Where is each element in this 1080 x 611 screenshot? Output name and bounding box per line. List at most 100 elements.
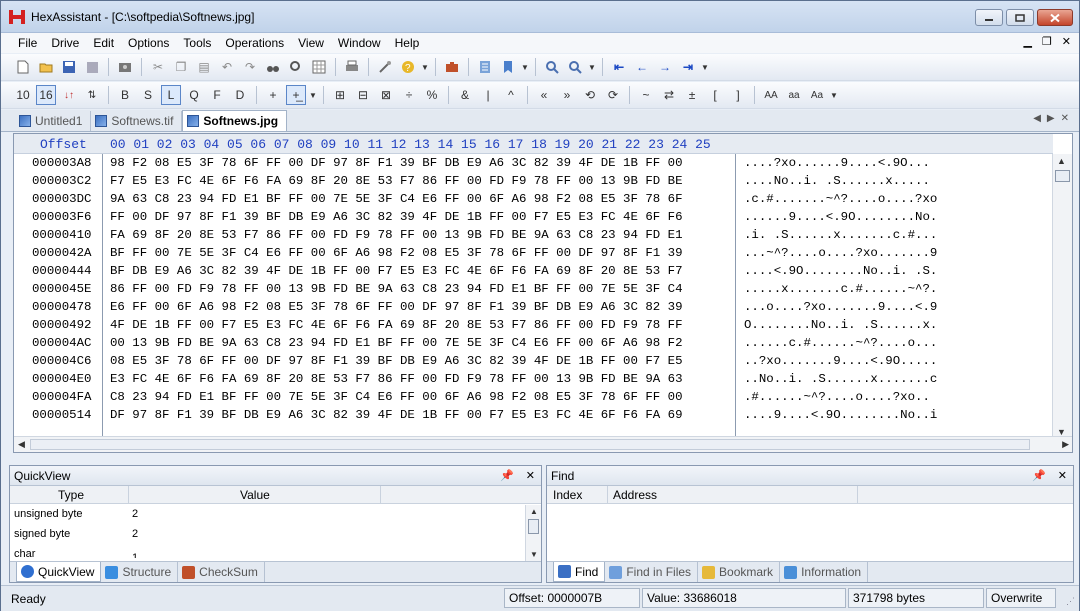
hex-row[interactable]: 000004FA C8 23 94 FD E1 BF FF 00 7E 5E 3F… <box>14 388 1053 406</box>
scroll-down-icon[interactable]: ▼ <box>530 550 538 559</box>
subtract-button[interactable]: ⊟ <box>353 85 373 105</box>
offset-cell[interactable]: 000004FA <box>32 390 92 404</box>
hex-bytes-cell[interactable]: E6 FF 00 6F A6 98 F2 08 E5 3F 78 6F FF 0… <box>110 300 683 314</box>
menu-drive[interactable]: Drive <box>44 36 86 50</box>
menu-operations[interactable]: Operations <box>218 36 291 50</box>
hscroll-thumb[interactable] <box>30 439 1030 450</box>
scroll-up-icon[interactable]: ▲ <box>1057 156 1066 166</box>
column-button[interactable]: ⇅ <box>82 85 102 105</box>
hex-row[interactable]: 000003DC 9A 63 C8 23 94 FD E1 BF FF 00 7E… <box>14 190 1053 208</box>
sort-button[interactable]: ↓↑ <box>59 85 79 105</box>
tab-softnews-tif[interactable]: Softnews.tif <box>91 111 183 131</box>
and-button[interactable]: & <box>455 85 475 105</box>
go-back-button[interactable]: ← <box>632 57 652 77</box>
mdi-restore-icon[interactable]: ❐ <box>1042 35 1052 48</box>
go-first-button[interactable]: ⇤ <box>609 57 629 77</box>
mdi-close-icon[interactable]: ✕ <box>1062 35 1071 48</box>
notes-button[interactable] <box>475 57 495 77</box>
hex-bytes-cell[interactable]: FF 00 DF 97 8F F1 39 BF DB E9 A6 3C 82 3… <box>110 210 683 224</box>
resize-grip-icon[interactable]: ⋰ <box>1066 596 1075 607</box>
find-next-button[interactable] <box>565 57 585 77</box>
offset-cell[interactable]: 000003C2 <box>32 174 92 188</box>
negate-button[interactable]: ± <box>682 85 702 105</box>
hex-row[interactable]: 00000492 4F DE 1B FF 00 F7 E5 E3 FC 4E 6F… <box>14 316 1053 334</box>
bookmark-dropdown[interactable]: ▼ <box>521 57 529 77</box>
ascii-cell[interactable]: ..No..i. .S......x.......c <box>744 372 937 386</box>
hex-bytes-cell[interactable]: FA 69 8F 20 8E 53 F7 86 FF 00 FD F9 78 F… <box>110 228 683 242</box>
quickview-row[interactable]: signed byte 2 <box>10 524 541 544</box>
vertical-scrollbar[interactable]: ▲ ▼ <box>1052 154 1072 439</box>
swap-button[interactable]: ⇄ <box>659 85 679 105</box>
hex-bytes-cell[interactable]: DF 97 8F F1 39 BF DB E9 A6 3C 82 39 4F D… <box>110 408 683 422</box>
bookmark-button[interactable] <box>498 57 518 77</box>
ascii-cell[interactable]: ..?xo.......9....<.9O..... <box>744 354 937 368</box>
close-icon[interactable]: ✕ <box>526 466 535 486</box>
rotate-left-button[interactable]: ⟲ <box>580 85 600 105</box>
ascii-cell[interactable]: .i. .S......x.......c.#... <box>744 228 937 242</box>
tab-find[interactable]: Find <box>553 562 606 582</box>
copy-button[interactable]: ❐ <box>171 57 191 77</box>
menu-options[interactable]: Options <box>121 36 176 50</box>
quickview-row[interactable]: unsigned byte 2 <box>10 504 541 524</box>
menu-view[interactable]: View <box>291 36 331 50</box>
offset-cell[interactable]: 00000478 <box>32 300 92 314</box>
base-10-button[interactable]: 10 <box>13 85 33 105</box>
invert-case-button[interactable]: Aa <box>807 85 827 105</box>
tab-information[interactable]: Information <box>780 562 869 582</box>
offset-cell[interactable]: 000003A8 <box>32 156 92 170</box>
double-view-button[interactable]: D <box>230 85 250 105</box>
hex-bytes-cell[interactable]: 9A 63 C8 23 94 FD E1 BF FF 00 7E 5E 3F C… <box>110 192 683 206</box>
quickview-scrollbar[interactable]: ▲ ▼ <box>525 505 541 561</box>
menu-tools[interactable]: Tools <box>176 36 218 50</box>
plus-minus-button[interactable]: +̲ <box>286 85 306 105</box>
scroll-right-icon[interactable]: ▶ <box>1062 439 1069 450</box>
hex-row[interactable]: 00000444 BF DB E9 A6 3C 82 39 4F DE 1B FF… <box>14 262 1053 280</box>
scroll-up-icon[interactable]: ▲ <box>530 507 538 516</box>
tab-close-icon[interactable]: ✕ <box>1061 113 1069 124</box>
tab-softnews-jpg[interactable]: Softnews.jpg <box>182 110 288 131</box>
open-file-button[interactable] <box>36 57 56 77</box>
modulo-button[interactable]: % <box>422 85 442 105</box>
divide-button[interactable]: ÷ <box>399 85 419 105</box>
toolbox-button[interactable] <box>442 57 462 77</box>
ascii-cell[interactable]: .c.#.......~^?....o....?xo <box>744 192 937 206</box>
column-index[interactable]: Index <box>553 488 582 502</box>
close-icon[interactable]: ✕ <box>1058 466 1067 486</box>
undo-button[interactable]: ↶ <box>217 57 237 77</box>
save-button[interactable] <box>59 57 79 77</box>
ascii-cell[interactable]: ....9....<.9O........No..i <box>744 408 937 422</box>
help-dropdown[interactable]: ▼ <box>421 57 429 77</box>
lowercase-button[interactable]: aa <box>784 85 804 105</box>
multiply-button[interactable]: ⊠ <box>376 85 396 105</box>
find-previous-button[interactable] <box>542 57 562 77</box>
go-last-button[interactable]: ⇥ <box>678 57 698 77</box>
plus-button[interactable]: + <box>263 85 283 105</box>
grid-button[interactable] <box>309 57 329 77</box>
hex-bytes-cell[interactable]: C8 23 94 FD E1 BF FF 00 7E 5E 3F C4 E6 F… <box>110 390 683 404</box>
hex-bytes-cell[interactable]: 4F DE 1B FF 00 F7 E5 E3 FC 4E 6F F6 FA 6… <box>110 318 683 332</box>
scroll-left-icon[interactable]: ◀ <box>18 439 25 450</box>
xor-button[interactable]: ^ <box>501 85 521 105</box>
pin-icon[interactable]: 📌 <box>500 466 514 486</box>
hex-row[interactable]: 0000045E 86 FF 00 FD F9 78 FF 00 13 9B FD… <box>14 280 1053 298</box>
bracket-left-button[interactable]: [ <box>705 85 725 105</box>
hex-editor[interactable]: Offset 00 01 02 03 04 05 06 07 08 09 10 … <box>13 133 1073 453</box>
horizontal-scrollbar[interactable]: ◀ ▶ <box>14 436 1072 452</box>
tab-scroll-left-icon[interactable]: ◀ <box>1033 113 1041 124</box>
print-button[interactable] <box>342 57 362 77</box>
tab-checksum[interactable]: CheckSum <box>178 562 265 582</box>
hex-row[interactable]: 000003F6 FF 00 DF 97 8F F1 39 BF DB E9 A6… <box>14 208 1053 226</box>
hex-bytes-cell[interactable]: E3 FC 4E 6F F6 FA 69 8F 20 8E 53 F7 86 F… <box>110 372 683 386</box>
sign-dropdown[interactable]: ▼ <box>309 85 317 105</box>
hex-row[interactable]: 00000478 E6 FF 00 6F A6 98 F2 08 E5 3F 78… <box>14 298 1053 316</box>
hex-row[interactable]: 000003A8 98 F2 08 E5 3F 78 6F FF 00 DF 97… <box>14 154 1053 172</box>
offset-cell[interactable]: 000004AC <box>32 336 92 350</box>
binoculars-button[interactable] <box>263 57 283 77</box>
tab-quickview[interactable]: QuickView <box>16 562 102 582</box>
mdi-minimize-icon[interactable]: ▁ <box>1023 35 1031 48</box>
not-button[interactable]: ~ <box>636 85 656 105</box>
pin-icon[interactable]: 📌 <box>1032 466 1046 486</box>
offset-cell[interactable]: 000004C6 <box>32 354 92 368</box>
hex-row[interactable]: 00000410 FA 69 8F 20 8E 53 F7 86 FF 00 FD… <box>14 226 1053 244</box>
scroll-thumb[interactable] <box>1055 170 1070 182</box>
